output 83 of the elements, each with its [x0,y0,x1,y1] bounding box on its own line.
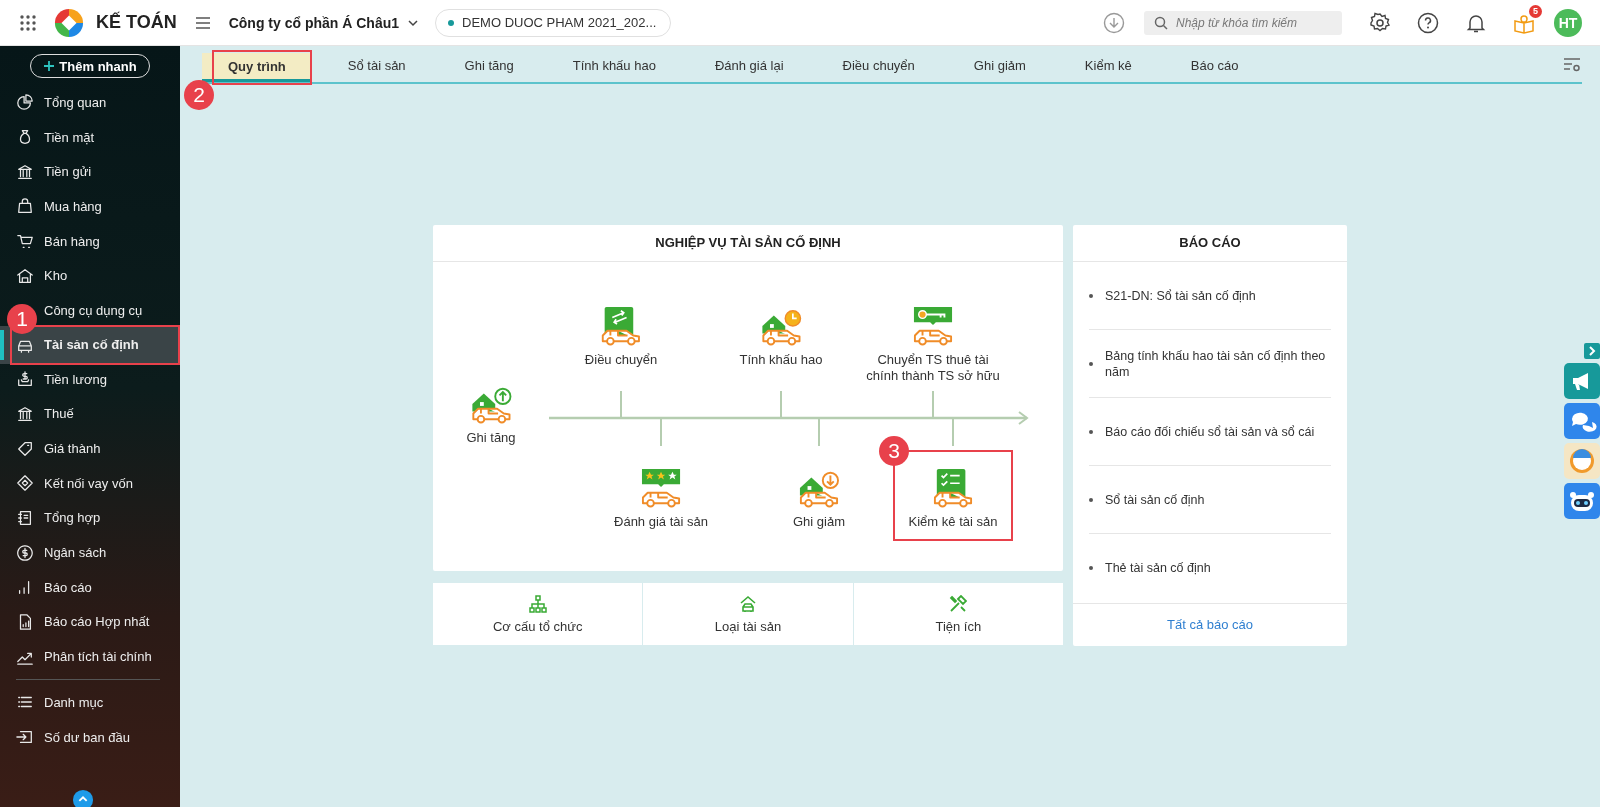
callout-number: 2 [184,80,214,110]
shortcut-tile[interactable]: Tiện ích [853,583,1063,645]
card-title: BÁO CÁO [1073,225,1347,262]
tab[interactable]: Điều chuyển [816,48,941,82]
sidebar-item[interactable]: Giá thành [0,431,180,466]
bullet-icon [1089,293,1093,298]
scroll-up-button[interactable] [72,789,94,807]
chat-button[interactable] [1564,403,1600,439]
workflow-step[interactable]: Đánh giá tài sản [614,468,708,530]
all-reports-link[interactable]: Tất cả báo cáo [1073,603,1347,646]
shopping-bag-icon [16,197,34,216]
bullet-icon [1089,565,1093,570]
bullet-icon [1089,429,1093,434]
org-chart-icon [528,594,547,613]
tab[interactable]: Tính khấu hao [546,48,682,82]
bullet-icon [1089,497,1093,502]
payroll-icon [16,370,34,389]
tab[interactable]: Báo cáo [1164,48,1265,82]
settings-icon[interactable] [1369,11,1391,34]
sidebar-item[interactable]: Tiền lương [0,361,180,397]
sidebar-item[interactable]: Tiền gửi [0,154,180,190]
sidebar-item[interactable]: Mua hàng [0,189,180,224]
tools-icon [949,594,968,613]
company-selector[interactable]: Công ty cổ phần Á Châu1 [224,14,424,31]
workflow-step[interactable]: Chuyển TS thuê tài chính thành TS sở hữu [863,306,1003,384]
report-link[interactable]: S21-DN: Sổ tài sản cố định [1105,287,1256,304]
report-link[interactable]: Báo cáo đối chiếu sổ tài sản và sổ cái [1105,423,1315,440]
cart-icon [16,232,34,251]
search-field[interactable]: Nhập từ khóa tìm kiếm [1144,10,1342,35]
help-icon[interactable] [1417,11,1439,34]
sidebar-item[interactable]: Công cụ dụng cụ [44,293,180,328]
plus-icon [43,60,56,72]
tag-icon [16,439,34,458]
bank-icon [16,404,34,423]
sidebar-item[interactable]: Số dư ban đầu [0,719,180,755]
tab[interactable]: Kiểm kê [1058,48,1158,82]
shortcut-tile[interactable]: Loại tài sản [643,583,853,645]
bank-icon [16,162,34,181]
sidebar-item[interactable]: Ngân sách [0,535,180,570]
callout-number: 1 [7,303,37,334]
tab[interactable]: Sổ tài sản [321,48,432,82]
sidebar-item[interactable]: Kết nối vay vốn [0,465,180,501]
robot-button[interactable] [1564,483,1600,519]
search-icon [1154,15,1168,30]
report-link[interactable]: Sổ tài sản cố định [1105,491,1205,508]
report-link[interactable]: Bảng tính khấu hao tài sản cố định theo năm [1105,347,1331,380]
sidebar-item[interactable]: Tài sản cố định [0,325,180,364]
download-icon[interactable] [1103,11,1125,34]
tab[interactable]: Ghi tăng [438,48,540,82]
notification-badge: 5 [1529,4,1542,18]
sidebar-item[interactable]: Phân tích tài chính [0,639,180,674]
sidebar-item[interactable]: Kho [0,258,180,294]
sidebar-item[interactable]: Thuế [0,396,180,432]
warehouse-icon [16,266,34,285]
sidebar-item[interactable]: Tổng quan [0,85,180,120]
megaphone-button[interactable] [1564,363,1600,399]
app-grid-icon[interactable] [18,12,38,33]
workflow-step[interactable]: Điều chuyển [584,306,658,368]
callout-number: 3 [879,436,909,466]
house-car-icon [739,594,757,613]
pie-chart-icon [16,93,34,112]
sidebar-item[interactable]: Báo cáo [0,569,180,605]
tab[interactable]: Đánh giá lại [688,48,810,82]
expand-button[interactable] [1584,343,1600,359]
logo-icon [54,7,84,38]
shortcut-tile[interactable]: Cơ cấu tổ chức [433,583,643,645]
sidebar-item[interactable]: Danh mục [0,685,180,720]
report-link[interactable]: Thẻ tài sản cố định [1105,559,1211,576]
sidebar-item[interactable]: Tổng hợp [0,500,180,536]
ledger-icon [16,508,34,527]
sidebar-item[interactable]: Tiền mặt [0,119,180,155]
sidebar-item[interactable]: Báo cáo Hợp nhất [0,604,180,640]
workflow-step[interactable]: Tính khấu hao [739,306,823,368]
card-title: NGHIỆP VỤ TÀI SẢN CỐ ĐỊNH [433,225,1063,262]
sidebar-item[interactable]: Bán hàng [0,223,180,259]
workflow-step[interactable]: Ghi giảm [793,468,845,530]
workflow-step[interactable]: Ghi tăng [466,384,516,446]
tab[interactable]: Quy trình [202,53,312,82]
diamond-icon [16,474,34,493]
database-selector[interactable]: DEMO DUOC PHAM 2021_202... [435,8,672,37]
app-name: KẾ TOÁN [96,12,177,33]
tab[interactable]: Ghi giảm [947,48,1052,82]
bullet-icon [1089,361,1093,366]
